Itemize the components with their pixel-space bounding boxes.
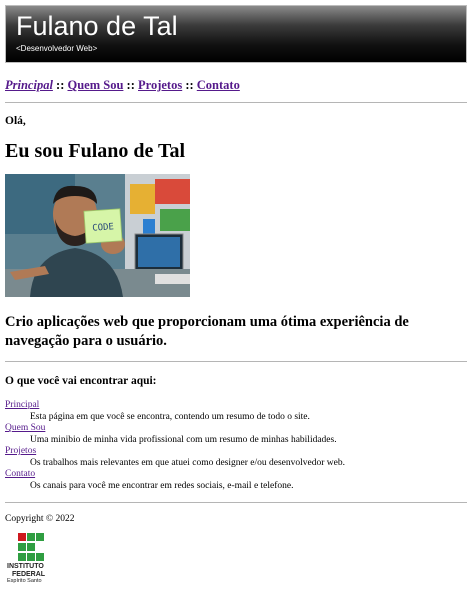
overview-link-projetos[interactable]: Projetos <box>5 446 36 456</box>
logo-text-line1: INSTITUTO <box>7 563 44 570</box>
site-header: Fulano de Tal <Desenvolvedor Web> <box>5 5 467 63</box>
divider <box>5 102 467 103</box>
list-description: Uma minibio de minha vida profissional c… <box>30 434 337 445</box>
list-description: Esta página em que você se encontra, con… <box>30 411 310 422</box>
list-term: Quem Sou <box>5 423 467 435</box>
copyright-text: Copyright © 2022 <box>5 514 75 524</box>
greeting: Olá, <box>5 115 26 127</box>
page-heading: Eu sou Fulano de Tal <box>5 140 186 162</box>
nav-link-projetos[interactable]: Projetos <box>138 78 182 92</box>
list-description: Os trabalhos mais relevantes em que atue… <box>30 457 345 468</box>
main-nav: Principal :: Quem Sou :: Projetos :: Con… <box>5 77 467 93</box>
list-term: Principal <box>5 400 467 412</box>
nav-separator: :: <box>185 78 194 92</box>
nav-link-principal[interactable]: Principal <box>5 78 53 92</box>
profile-photo: CODE <box>5 174 190 297</box>
list-description: Os canais para você me encontrar em rede… <box>30 480 294 491</box>
overview-link-principal[interactable]: Principal <box>5 400 39 410</box>
site-overview-list: Principal Esta página em que você se enc… <box>5 400 467 492</box>
nav-separator: :: <box>126 78 135 92</box>
overview-link-contato[interactable]: Contato <box>5 469 35 479</box>
divider <box>5 502 467 503</box>
tagline: Crio aplicações web que proporcionam uma… <box>5 314 409 349</box>
list-term: Contato <box>5 469 467 481</box>
logo-grid-icon <box>18 533 44 561</box>
site-subtitle: <Desenvolvedor Web> <box>16 44 98 53</box>
logo-text-line3: Espírito Santo <box>7 578 42 584</box>
list-term: Projetos <box>5 446 467 458</box>
site-title: Fulano de Tal <box>16 11 178 41</box>
institution-logo: INSTITUTO FEDERAL Espírito Santo <box>7 533 57 585</box>
section-title: O que você vai encontrar aqui: <box>5 375 157 387</box>
sticky-note-text: CODE <box>92 222 114 233</box>
overview-link-quem-sou[interactable]: Quem Sou <box>5 423 45 433</box>
divider <box>5 361 467 362</box>
nav-separator: :: <box>56 78 65 92</box>
nav-link-contato[interactable]: Contato <box>197 78 240 92</box>
logo-text-line2: FEDERAL <box>12 570 46 578</box>
nav-link-quem-sou[interactable]: Quem Sou <box>68 78 124 92</box>
